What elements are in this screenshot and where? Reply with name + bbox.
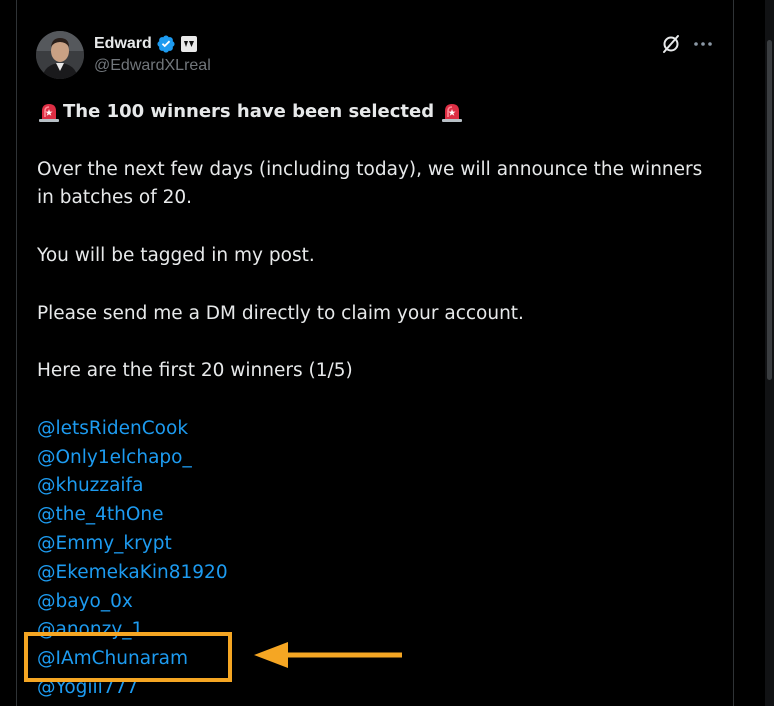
siren-emoji-icon bbox=[442, 104, 463, 123]
mention-link[interactable]: @the_4thOne bbox=[37, 501, 727, 530]
more-icon[interactable] bbox=[693, 38, 713, 50]
mention-link[interactable]: @letsRidenCook bbox=[37, 415, 727, 444]
verified-badge-icon[interactable] bbox=[156, 34, 176, 54]
paragraph-line: You will be tagged in my post. bbox=[37, 244, 315, 266]
tweet-text: The 100 winners have been selected Over … bbox=[37, 98, 727, 703]
paragraph-line: Please send me a DM directly to claim yo… bbox=[37, 302, 524, 324]
siren-emoji-icon bbox=[39, 104, 59, 123]
avatar[interactable] bbox=[36, 31, 84, 79]
paragraph-line: Here are the first 20 winners (1/5) bbox=[37, 360, 353, 382]
annotation-arrow-icon bbox=[254, 642, 402, 668]
affiliate-badge-icon[interactable] bbox=[180, 36, 197, 52]
highlight-box bbox=[24, 632, 232, 682]
mention-link[interactable]: @khuzzaifa bbox=[37, 472, 727, 501]
scrollbar[interactable] bbox=[765, 0, 774, 706]
author-name[interactable]: Edward bbox=[94, 35, 152, 53]
author-handle[interactable]: @EdwardXLreal bbox=[94, 57, 211, 75]
avatar-image bbox=[36, 31, 84, 79]
paragraph-line: in batches of 20. bbox=[37, 187, 193, 209]
paragraph-line: Over the next few days (including today)… bbox=[37, 158, 703, 180]
headline-line: The 100 winners have been selected bbox=[37, 98, 727, 127]
headline-text: The 100 winners have been selected bbox=[63, 101, 435, 122]
mention-link[interactable]: @bayo_0x bbox=[37, 588, 727, 617]
scrollbar-thumb[interactable] bbox=[767, 40, 772, 380]
mention-link[interactable]: @Only1elchapo_ bbox=[37, 444, 727, 473]
mention-link[interactable]: @Emmy_krypt bbox=[37, 530, 727, 559]
mention-link[interactable]: @EkemekaKin81920 bbox=[37, 559, 727, 588]
author-name-row[interactable]: Edward bbox=[94, 33, 197, 55]
grok-icon[interactable] bbox=[660, 33, 682, 55]
